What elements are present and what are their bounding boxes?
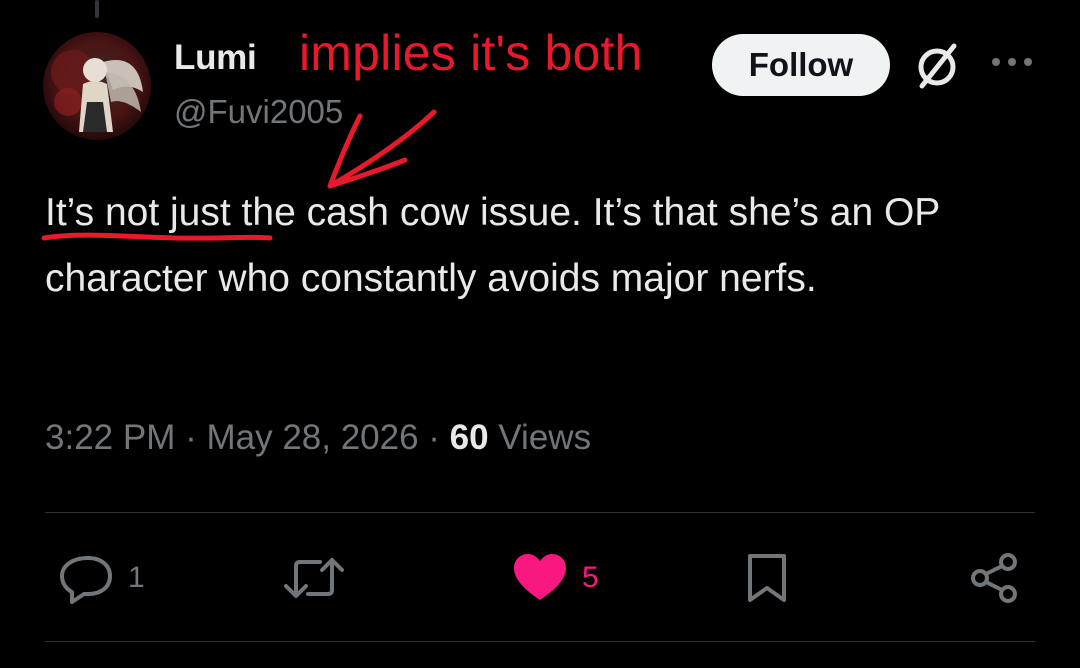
bookmark-icon <box>748 554 786 602</box>
reply-icon <box>60 556 112 604</box>
follow-button[interactable]: Follow <box>712 34 890 96</box>
thread-connector-line <box>95 0 99 18</box>
tweet-text: It’s not just the cash cow issue. It’s t… <box>45 180 1055 312</box>
avatar-image <box>43 32 151 140</box>
share-button[interactable] <box>968 552 1022 604</box>
annotation-arrow <box>327 109 437 189</box>
views-label: Views <box>498 418 592 457</box>
grok-icon[interactable] <box>912 40 962 92</box>
meta-separator: · <box>418 418 450 457</box>
like-button[interactable]: 5 <box>512 552 599 604</box>
like-count: 5 <box>582 561 599 594</box>
author-display-name[interactable]: Lumi <box>174 38 257 78</box>
divider-top <box>45 512 1035 513</box>
repost-button[interactable] <box>284 552 358 604</box>
repost-icon <box>284 558 344 598</box>
bookmark-button[interactable] <box>744 552 790 604</box>
tweet-text-underlined: It’s not just <box>45 191 231 234</box>
share-icon <box>971 553 1017 603</box>
views-count[interactable]: 60 <box>450 418 489 457</box>
annotation-note: implies it's both <box>299 25 643 81</box>
reply-button[interactable]: 1 <box>58 552 145 604</box>
avatar[interactable] <box>43 32 151 140</box>
reply-count: 1 <box>128 561 145 594</box>
more-icon[interactable] <box>990 54 1034 70</box>
tweet-time[interactable]: 3:22 PM <box>45 418 175 457</box>
meta-separator: · <box>175 418 207 457</box>
divider-bottom <box>45 641 1035 642</box>
heart-icon <box>514 554 566 600</box>
tweet-metadata: 3:22 PM · May 28, 2026 · 60 Views <box>45 418 591 458</box>
author-handle[interactable]: @Fuvi2005 <box>174 93 343 131</box>
tweet-date[interactable]: May 28, 2026 <box>206 418 418 457</box>
